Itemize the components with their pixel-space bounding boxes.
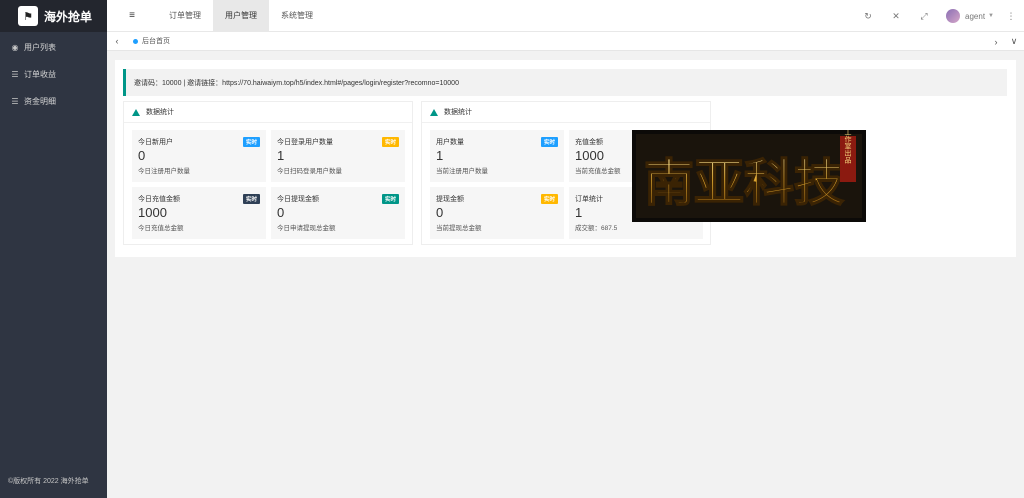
status-badge: 实时 bbox=[381, 194, 399, 204]
tab-home[interactable]: 后台首页 bbox=[127, 36, 170, 46]
tab-dropdown-icon[interactable]: ∨ bbox=[1004, 32, 1024, 51]
stat-sub: 成交额：687.5 bbox=[575, 225, 618, 232]
stat-value: 1 bbox=[277, 148, 285, 163]
sidebar-item-user-list[interactable]: ◉ 用户列表 bbox=[0, 34, 107, 61]
copyright: ©版权所有 2022 海外抢单 bbox=[8, 478, 89, 485]
stat-card: 今日充值金额 1000 今日充值总金额 实时 bbox=[132, 187, 266, 239]
app-title: 海外抢单 bbox=[44, 9, 93, 24]
tab-home-label: 后台首页 bbox=[142, 38, 170, 45]
status-badge: 实时 bbox=[540, 137, 558, 147]
stat-sub: 今日充值总金额 bbox=[138, 225, 184, 232]
stat-value: 0 bbox=[138, 148, 146, 163]
status-badge: 实时 bbox=[540, 194, 558, 204]
trash-icon[interactable]: ✕ bbox=[882, 11, 910, 22]
logo[interactable]: ⚑ 海外抢单 bbox=[0, 0, 107, 32]
tab-next-icon[interactable]: › bbox=[986, 32, 1006, 51]
tab-system-management[interactable]: 系统管理 bbox=[269, 0, 325, 32]
panel-header: 数据统计 bbox=[422, 102, 710, 123]
users-icon: ◉ bbox=[11, 43, 19, 52]
stat-card: 提现金额 0 当前提现总金额 实时 bbox=[430, 187, 564, 239]
logo-icon: ⚑ bbox=[18, 6, 38, 26]
stat-card: 用户数量 1 当前注册用户数量 实时 bbox=[430, 130, 564, 182]
stat-label: 今日提现金额 bbox=[277, 196, 319, 203]
active-dot-icon bbox=[133, 38, 138, 44]
stat-sub: 当前注册用户数量 bbox=[436, 168, 488, 175]
refresh-icon[interactable]: ↻ bbox=[854, 11, 882, 22]
stat-value: 1000 bbox=[138, 205, 167, 220]
watermark-logo: 南亚科技 工作室出品 bbox=[632, 130, 866, 222]
sidebar-item-label: 订单收益 bbox=[24, 70, 56, 79]
stat-value: 0 bbox=[436, 205, 444, 220]
stat-card: 今日提现金额 0 今日申请提现总金额 实时 bbox=[271, 187, 405, 239]
menu-toggle-icon[interactable]: ≡ bbox=[107, 10, 157, 21]
warning-icon bbox=[132, 108, 140, 116]
tab-order-management[interactable]: 订单管理 bbox=[157, 0, 213, 32]
panel-title: 数据统计 bbox=[146, 109, 174, 116]
stat-value: 0 bbox=[277, 205, 285, 220]
tab-prev-icon[interactable]: ‹ bbox=[107, 32, 127, 51]
page-tabbar: ‹ 后台首页 › ∨ bbox=[107, 32, 1024, 51]
user-name[interactable]: agent bbox=[965, 12, 985, 21]
chevron-down-icon[interactable]: ▼ bbox=[988, 13, 994, 19]
stat-value: 1 bbox=[436, 148, 444, 163]
stat-sub: 今日申请提现总金额 bbox=[277, 225, 336, 232]
stat-card: 今日登录用户数量 1 今日扫码登录用户数量 实时 bbox=[271, 130, 405, 182]
stat-label: 用户数量 bbox=[436, 139, 464, 146]
panel-header: 数据统计 bbox=[124, 102, 412, 123]
sidebar-item-label: 用户列表 bbox=[24, 43, 56, 52]
stat-label: 今日登录用户数量 bbox=[277, 139, 333, 146]
fullscreen-icon[interactable]: ⤢ bbox=[910, 11, 938, 22]
sidebar-item-order-income[interactable]: ☰ 订单收益 bbox=[0, 61, 107, 88]
stat-label: 今日新用户 bbox=[138, 139, 173, 146]
dashboard-card: 邀请码：10000 | 邀请链接：https://70.haiwaiym.top… bbox=[115, 60, 1016, 257]
warning-icon bbox=[430, 108, 438, 116]
status-badge: 实时 bbox=[381, 137, 399, 147]
avatar[interactable] bbox=[946, 9, 961, 23]
tab-user-management[interactable]: 用户管理 bbox=[213, 0, 269, 32]
more-icon[interactable]: ⋮ bbox=[1004, 11, 1018, 22]
watermark-text: 南亚科技 bbox=[644, 153, 844, 212]
stats-panel-today: 数据统计 今日新用户 0 今日注册用户数量 实时 今日登录用户数量 1 今日扫码… bbox=[123, 101, 413, 245]
invite-info: 邀请码：10000 | 邀请链接：https://70.haiwaiym.top… bbox=[123, 69, 1007, 96]
list-icon: ☰ bbox=[11, 70, 19, 79]
sidebar: ⚑ 海外抢单 ◉ 用户列表 ☰ 订单收益 ☰ 资金明细 ©版权所有 2022 海… bbox=[0, 0, 107, 498]
top-header: ≡ 订单管理 用户管理 系统管理 ↻ ✕ ⤢ agent ▼ ⋮ bbox=[107, 0, 1024, 32]
stat-sub: 当前提现总金额 bbox=[436, 225, 482, 232]
stat-sub: 今日扫码登录用户数量 bbox=[277, 168, 342, 175]
stat-label: 提现金额 bbox=[436, 196, 464, 203]
list-icon: ☰ bbox=[11, 97, 19, 106]
stat-sub: 今日注册用户数量 bbox=[138, 168, 190, 175]
sidebar-item-fund-details[interactable]: ☰ 资金明细 bbox=[0, 88, 107, 115]
status-badge: 实时 bbox=[242, 137, 260, 147]
watermark-subtext: 工作室出品 bbox=[844, 130, 852, 165]
stat-label: 今日充值金额 bbox=[138, 196, 180, 203]
panel-title: 数据统计 bbox=[444, 109, 472, 116]
stat-card: 今日新用户 0 今日注册用户数量 实时 bbox=[132, 130, 266, 182]
sidebar-item-label: 资金明细 bbox=[24, 97, 56, 106]
status-badge: 实时 bbox=[242, 194, 260, 204]
